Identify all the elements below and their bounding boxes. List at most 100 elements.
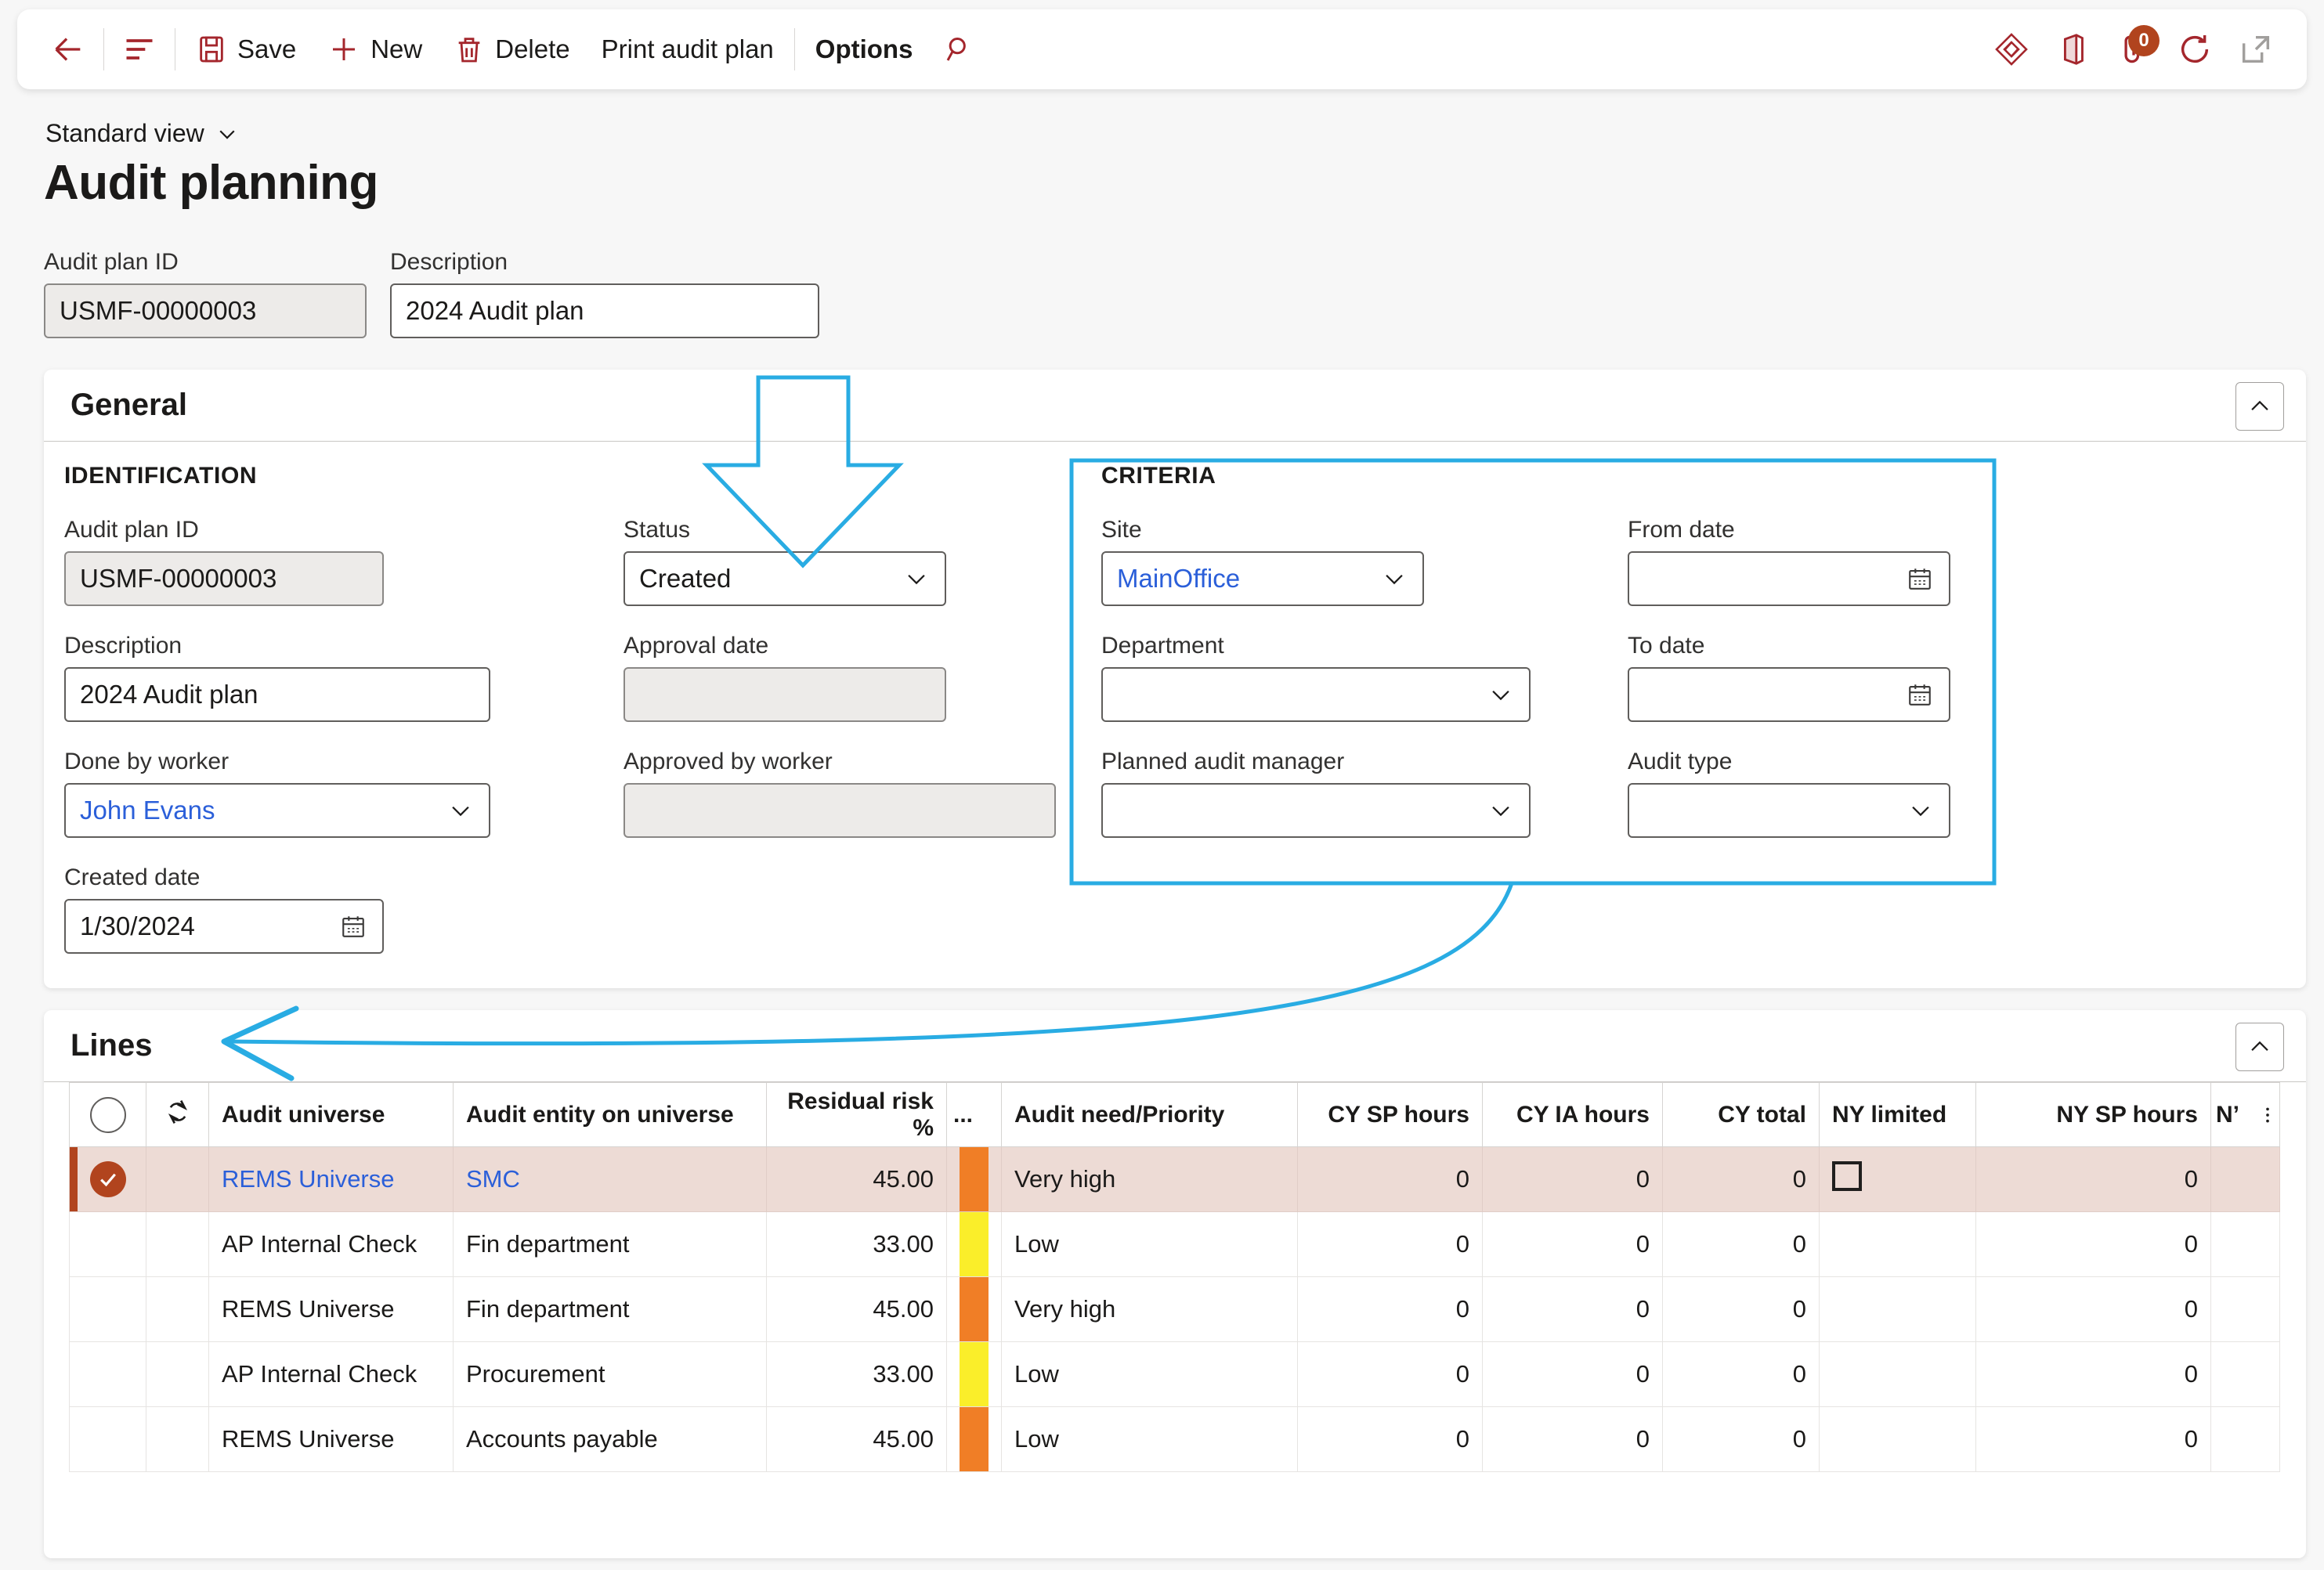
cell-ny-sp-hours[interactable]: 0	[1975, 1146, 2211, 1212]
calendar-icon[interactable]	[1905, 680, 1935, 709]
row-select-cell[interactable]	[69, 1341, 146, 1407]
cell-cy-ia-hours[interactable]: 0	[1482, 1211, 1663, 1277]
cell-residual-risk[interactable]: 45.00	[766, 1406, 947, 1472]
cell-cy-total[interactable]: 0	[1662, 1341, 1820, 1407]
cell-residual-risk[interactable]: 33.00	[766, 1211, 947, 1277]
row-marker-cell[interactable]	[146, 1211, 209, 1277]
cell-audit-universe[interactable]: REMS Universe	[208, 1276, 454, 1342]
col-cy-ia-hours[interactable]: CY IA hours	[1482, 1082, 1663, 1147]
row-marker-cell[interactable]	[146, 1146, 209, 1212]
field-to-date-input[interactable]	[1628, 667, 1950, 722]
general-section-header[interactable]: General	[44, 370, 2306, 442]
power-apps-button[interactable]	[1981, 19, 2042, 80]
cell-ny-sp-hours[interactable]: 0	[1975, 1341, 2211, 1407]
cell-cy-ia-hours[interactable]: 0	[1482, 1276, 1663, 1342]
back-button[interactable]	[38, 19, 99, 80]
refresh-rows-header[interactable]	[146, 1082, 209, 1147]
field-audit-type-input[interactable]	[1628, 783, 1950, 838]
cell-priority[interactable]: Very high	[1001, 1146, 1298, 1212]
table-empty-row[interactable]	[69, 1471, 2280, 1536]
field-approved-by-worker-input[interactable]	[623, 783, 1056, 838]
cell-ny-limited[interactable]	[1819, 1146, 1976, 1212]
cell-cy-sp-hours[interactable]: 0	[1297, 1146, 1483, 1212]
cell-residual-risk[interactable]: 45.00	[766, 1146, 947, 1212]
col-ny-sp-hours[interactable]: NY SP hours	[1975, 1082, 2211, 1147]
table-row[interactable]: AP Internal Check Procurement 33.00 Low 0 0 0 0	[69, 1341, 2280, 1407]
field-site-input[interactable]: MainOffice	[1101, 551, 1424, 606]
cell-priority[interactable]: Low	[1001, 1341, 1298, 1407]
calendar-icon[interactable]	[1905, 564, 1935, 594]
field-from-date-input[interactable]	[1628, 551, 1950, 606]
chevron-down-icon[interactable]	[902, 565, 931, 593]
cell-ny-limited[interactable]	[1819, 1211, 1976, 1277]
field-created-date-input[interactable]: 1/30/2024	[64, 899, 384, 954]
field-done-by-worker-input[interactable]: John Evans	[64, 783, 490, 838]
cell-ny-truncated[interactable]	[2210, 1341, 2280, 1407]
delete-button[interactable]: Delete	[438, 22, 585, 77]
row-select-cell[interactable]	[69, 1406, 146, 1472]
cell-audit-universe[interactable]: REMS Universe	[208, 1146, 454, 1212]
col-audit-need-priority[interactable]: Audit need/Priority	[1001, 1082, 1298, 1147]
row-marker-cell[interactable]	[146, 1276, 209, 1342]
cell-ny-sp-hours[interactable]: 0	[1975, 1276, 2211, 1342]
field-status-input[interactable]: Created	[623, 551, 946, 606]
chevron-down-icon[interactable]	[1487, 796, 1515, 825]
col-cy-total[interactable]: CY total	[1662, 1082, 1820, 1147]
cell-priority[interactable]: Low	[1001, 1406, 1298, 1472]
col-cy-sp-hours[interactable]: CY SP hours	[1297, 1082, 1483, 1147]
select-all-circle-icon[interactable]	[89, 1096, 126, 1133]
open-in-new-window-button[interactable]	[2225, 19, 2286, 80]
select-all-header[interactable]	[69, 1082, 146, 1147]
table-row[interactable]: REMS Universe Fin department 45.00 Very hig…	[69, 1276, 2280, 1342]
more-options-icon[interactable]	[2257, 1102, 2278, 1128]
col-audit-universe[interactable]: Audit universe	[208, 1082, 454, 1147]
cell-ny-limited[interactable]	[1819, 1276, 1976, 1342]
attachments-button[interactable]: 0	[2103, 19, 2164, 80]
cell-ny-sp-hours[interactable]: 0	[1975, 1406, 2211, 1472]
field-planned-audit-manager-input[interactable]	[1101, 783, 1531, 838]
cell-audit-universe[interactable]: REMS Universe	[208, 1406, 454, 1472]
cell-cy-ia-hours[interactable]: 0	[1482, 1341, 1663, 1407]
cell-audit-universe[interactable]: AP Internal Check	[208, 1211, 454, 1277]
view-selector[interactable]: Standard view	[45, 119, 239, 148]
cell-audit-entity[interactable]: Fin department	[453, 1211, 767, 1277]
print-audit-plan-button[interactable]: Print audit plan	[586, 22, 790, 77]
row-marker-cell[interactable]	[146, 1341, 209, 1407]
cell-residual-risk[interactable]: 33.00	[766, 1341, 947, 1407]
row-select-cell[interactable]	[69, 1211, 146, 1277]
cell-ny-truncated[interactable]	[2210, 1211, 2280, 1277]
field-audit-plan-id-input[interactable]: USMF-00000003	[64, 551, 384, 606]
cell-audit-entity[interactable]: SMC	[453, 1146, 767, 1212]
ny-limited-checkbox[interactable]	[1832, 1161, 1862, 1191]
cell-residual-risk[interactable]: 45.00	[766, 1276, 947, 1342]
field-department-input[interactable]	[1101, 667, 1531, 722]
table-row[interactable]: AP Internal Check Fin department 33.00 Low 0…	[69, 1211, 2280, 1277]
show-list-button[interactable]	[109, 19, 170, 80]
chevron-down-icon[interactable]	[1487, 680, 1515, 709]
cell-audit-entity[interactable]: Fin department	[453, 1276, 767, 1342]
lines-section-header[interactable]: Lines	[44, 1010, 2306, 1082]
general-collapse-button[interactable]	[2235, 382, 2284, 431]
row-marker-cell[interactable]	[146, 1406, 209, 1472]
cell-cy-total[interactable]: 0	[1662, 1406, 1820, 1472]
field-description-input[interactable]: 2024 Audit plan	[64, 667, 490, 722]
col-ny-limited[interactable]: NY limited	[1819, 1082, 1976, 1147]
cell-ny-truncated[interactable]	[2210, 1406, 2280, 1472]
cell-cy-total[interactable]: 0	[1662, 1211, 1820, 1277]
col-ny-truncated[interactable]: N’	[2210, 1082, 2280, 1147]
office-apps-button[interactable]	[2042, 19, 2103, 80]
cell-cy-sp-hours[interactable]: 0	[1297, 1341, 1483, 1407]
chevron-down-icon[interactable]	[1907, 796, 1935, 825]
chevron-down-icon[interactable]	[1380, 565, 1408, 593]
cell-ny-sp-hours[interactable]: 0	[1975, 1211, 2211, 1277]
quick-description-field[interactable]: 2024 Audit plan	[390, 283, 819, 338]
chevron-down-icon[interactable]	[446, 796, 475, 825]
cell-ny-truncated[interactable]	[2210, 1146, 2280, 1212]
calendar-icon[interactable]	[338, 911, 368, 941]
cell-cy-sp-hours[interactable]: 0	[1297, 1406, 1483, 1472]
col-risk-swatch[interactable]: ...	[946, 1082, 1002, 1147]
quick-audit-plan-id-field[interactable]: USMF-00000003	[44, 283, 367, 338]
field-approval-date-input[interactable]	[623, 667, 946, 722]
cell-cy-total[interactable]: 0	[1662, 1146, 1820, 1212]
cell-audit-entity[interactable]: Procurement	[453, 1341, 767, 1407]
